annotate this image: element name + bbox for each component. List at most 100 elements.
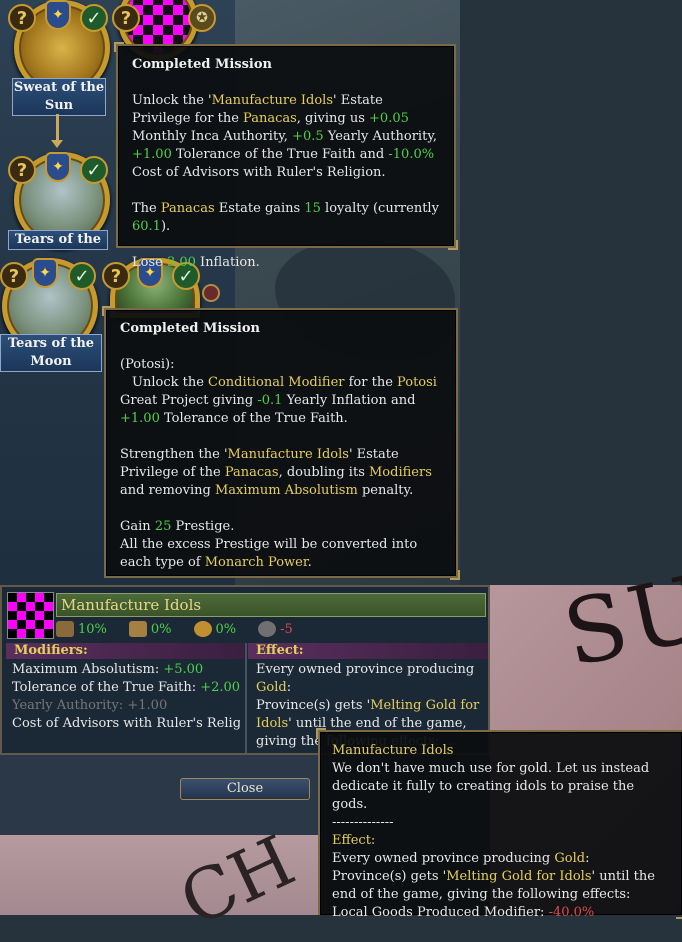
modifiers-header: Modifiers: — [6, 643, 244, 659]
keyword: Maximum Absolutism — [214, 483, 358, 498]
text: : — [585, 851, 590, 866]
text: Yearly Inflation and — [282, 393, 416, 408]
text: , doubling its — [278, 465, 369, 480]
privilege-stats: 10% 0% 0% -5 — [56, 619, 486, 639]
value: +0.5 — [292, 129, 324, 144]
mission-title-line: Tears of the — [14, 232, 102, 247]
keyword: Modifiers — [369, 465, 432, 480]
province-name: Potosi — [397, 375, 437, 390]
absolutism-icon — [258, 621, 277, 637]
mission-title-line: Sun — [44, 98, 74, 113]
text: Strengthen the ' — [120, 447, 228, 462]
modifier-label: Tolerance of the True Faith: — [12, 680, 201, 695]
estate-name: Panacas — [243, 111, 297, 126]
influence-stat: 0% — [128, 621, 172, 637]
question-icon[interactable]: ? — [8, 156, 36, 184]
text: for the — [344, 375, 398, 390]
income-value: 0% — [215, 621, 237, 637]
mission-title-line: Sweat of the — [13, 80, 105, 95]
modifier-name: Melting Gold for Idols — [446, 869, 592, 884]
privilege-name: Manufacture Idols — [211, 93, 334, 108]
value: -40.0% — [548, 905, 595, 920]
effect-header: Effect: — [248, 643, 488, 659]
arrow-down-icon — [51, 140, 63, 148]
tooltip-separator: -------------- — [332, 815, 394, 830]
tooltip-paragraph: All the excess Prestige will be converte… — [120, 536, 442, 572]
privilege-missing-texture-icon — [7, 592, 54, 639]
text: Gain — [120, 519, 155, 534]
value: 25 — [154, 519, 172, 534]
tooltip-description: We don't have much use for gold. Let us … — [332, 761, 650, 812]
value: 3.00 — [166, 255, 196, 270]
text: Estate gains — [214, 201, 305, 216]
income-stat: 0% — [193, 621, 237, 637]
modifier-row: Cost of Advisors with Ruler's Religi ... — [12, 715, 240, 733]
keyword: Monarch Power — [204, 555, 308, 570]
mission-title-tears-of-the[interactable]: Tears of the — [8, 230, 108, 250]
tooltip-title: Completed Mission — [120, 321, 260, 336]
question-icon[interactable]: ? — [112, 4, 140, 32]
modifier-name: Conditional Modifier — [208, 375, 345, 390]
text: : — [286, 680, 292, 695]
text: loyalty (currently — [320, 201, 439, 216]
tooltip-manufacture-idols: Manufacture Idols We don't have much use… — [316, 728, 682, 920]
text: Unlock the ' — [132, 93, 212, 108]
value: -0.1 — [257, 393, 283, 408]
modifier-row: Yearly Authority: +1.00 — [12, 697, 240, 715]
text: Local Goods Produced Modifier: — [332, 905, 549, 920]
text: penalty. — [357, 483, 414, 498]
shield-icon: ✦ — [45, 0, 71, 30]
value: -10.0% — [388, 147, 435, 162]
trade-good: Gold — [256, 680, 287, 695]
tooltip-effect-label: Effect: — [332, 833, 376, 848]
tooltip-paragraph: Strengthen the 'Manufacture Idols' Estat… — [120, 446, 442, 500]
map-label-right: SU — [555, 554, 682, 688]
text: Every owned province producing — [256, 662, 475, 677]
check-icon: ✓ — [80, 4, 108, 32]
tooltip-completed-mission-1: Completed Mission Unlock the 'Manufactur… — [114, 42, 458, 270]
text: Great Project giving — [120, 393, 258, 408]
question-icon[interactable]: ? — [0, 262, 28, 290]
estate-name: Panacas — [160, 201, 215, 216]
text: ). — [160, 219, 171, 234]
value: 60.1 — [132, 219, 161, 234]
text: Tolerance of the True Faith and — [171, 147, 389, 162]
value: 15 — [304, 201, 321, 216]
tooltip-effect-line: Province(s) gets 'Melting Gold for Idols… — [332, 868, 670, 904]
text: , giving us — [296, 111, 370, 126]
modifier-row: Maximum Absolutism: +5.00 — [12, 661, 240, 679]
modifiers-list: Maximum Absolutism: +5.00 Tolerance of t… — [12, 661, 240, 733]
privilege-title: Manufacture Idols — [56, 593, 486, 617]
trade-good: Gold — [554, 851, 586, 866]
modifier-value: +1.00 — [127, 698, 168, 713]
loyalty-value: 10% — [78, 621, 107, 637]
text: and removing — [120, 483, 215, 498]
text: Prestige. — [171, 519, 235, 534]
text: Yearly Authority, — [323, 129, 438, 144]
text: Cost of Advisors with Ruler's Religion. — [132, 165, 386, 180]
tooltip-paragraph: Unlock the 'Manufacture Idols' Estate Pr… — [132, 92, 440, 182]
mission-title-line: Tears of the — [7, 336, 95, 351]
text: Inflation. — [195, 255, 260, 270]
question-icon[interactable]: ? — [102, 262, 130, 290]
mission-title-tears-of-the-moon[interactable]: Tears of the Moon — [0, 334, 102, 372]
absolutism-value: -5 — [280, 621, 293, 637]
tooltip-paragraph: (Potosi): Unlock the Conditional Modifie… — [120, 356, 442, 428]
loyalty-stat: 10% — [56, 621, 107, 637]
text: Every owned province producing — [332, 851, 555, 866]
column-divider — [245, 643, 247, 753]
tooltip-completed-mission-2: Completed Mission (Potosi): Unlock the C… — [102, 306, 460, 580]
text: Tolerance of the True Faith. — [159, 411, 348, 426]
close-icon[interactable] — [202, 284, 220, 302]
tooltip-paragraph: Lose 3.00 Inflation. — [132, 254, 440, 272]
shield-icon: ✦ — [32, 258, 58, 288]
influence-icon — [128, 621, 147, 637]
value: +0.05 — [369, 111, 409, 126]
close-button[interactable]: Close — [180, 778, 310, 800]
modifier-value: +5.00 — [163, 662, 204, 677]
mission-title-line: Moon — [30, 354, 72, 369]
medal-icon: ✪ — [188, 4, 216, 32]
mission-title-sweat-of-the-sun[interactable]: Sweat of the Sun — [12, 78, 106, 116]
check-icon: ✓ — [80, 156, 108, 184]
question-icon[interactable]: ? — [8, 4, 36, 32]
